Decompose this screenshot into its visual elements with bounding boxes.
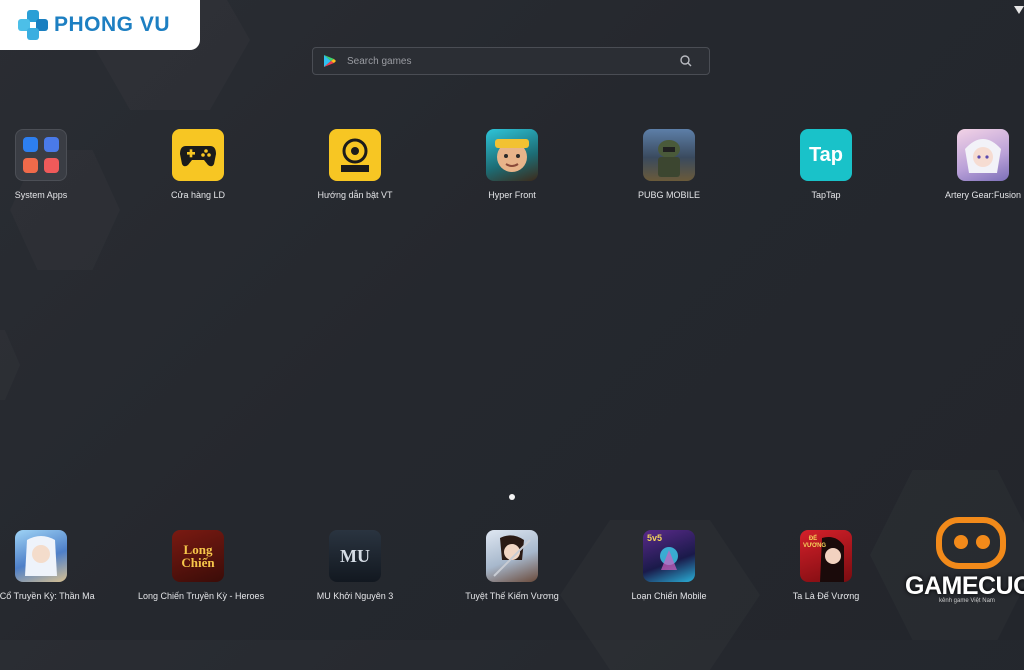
de-vuong-icon: ĐẾ VƯƠNG bbox=[800, 530, 852, 582]
app-mu-khoi-nguyen[interactable]: MU MU Khởi Nguyên 3 bbox=[295, 530, 415, 601]
loan-chien-icon: 5v5 bbox=[643, 530, 695, 582]
app-than-ma[interactable]: ng Cổ Truyền Kỳ: Thần Ma bbox=[0, 530, 101, 601]
kiem-vuong-icon bbox=[486, 530, 538, 582]
app-loan-chien[interactable]: 5v5 Loạn Chiến Mobile bbox=[609, 530, 729, 601]
phong-vu-logo-icon bbox=[18, 10, 48, 40]
de-vuong-logo-text: ĐẾ VƯƠNG bbox=[803, 536, 827, 549]
play-store-icon bbox=[324, 55, 336, 67]
app-label: Long Chiến Truyền Kỳ - Heroes bbox=[138, 591, 265, 601]
app-de-vuong[interactable]: ĐẾ VƯƠNG Ta Là Đế Vương bbox=[766, 530, 886, 601]
gamepad-icon bbox=[172, 129, 224, 181]
long-chien-icon: Long Chiến bbox=[172, 530, 224, 582]
app-ld-store[interactable]: Cửa hàng LD bbox=[138, 129, 258, 200]
artery-gear-icon bbox=[957, 129, 1009, 181]
app-label: ng Cổ Truyền Kỳ: Thần Ma bbox=[0, 591, 95, 601]
background-hexagon bbox=[0, 330, 20, 400]
hyper-front-icon bbox=[486, 129, 538, 181]
gamecuc-logo-icon bbox=[936, 517, 1006, 569]
brand-logo: PHONG VU bbox=[0, 0, 200, 50]
long-chien-logo-text: Long Chiến bbox=[181, 542, 215, 570]
app-vt-guide[interactable]: Hướng dẫn bật VT bbox=[295, 129, 415, 200]
app-system-apps[interactable]: System Apps bbox=[0, 129, 101, 200]
app-label: Hướng dẫn bật VT bbox=[317, 190, 393, 200]
app-kiem-vuong[interactable]: Tuyệt Thế Kiếm Vương bbox=[452, 530, 572, 601]
brand-name: PHONG VU bbox=[54, 13, 171, 36]
app-label: Tuyệt Thế Kiếm Vương bbox=[465, 591, 559, 601]
search-bar[interactable] bbox=[312, 47, 710, 75]
taptap-icon: Tap bbox=[800, 129, 852, 181]
app-label: Ta Là Đế Vương bbox=[792, 591, 860, 601]
system-apps-folder-icon bbox=[15, 129, 67, 181]
app-artery-gear[interactable]: Artery Gear:Fusion bbox=[923, 129, 1024, 200]
mu-logo-text: MU bbox=[340, 545, 370, 566]
gamecuc-watermark: GAMECUC kênh game Việt Nam bbox=[905, 512, 1024, 604]
app-pubg-mobile[interactable]: PUBG MOBILE bbox=[609, 129, 729, 200]
mu-icon: MU bbox=[329, 530, 381, 582]
app-label: Loạn Chiến Mobile bbox=[631, 591, 707, 601]
watermark-text: GAMECUC bbox=[905, 572, 1024, 600]
app-label: Cửa hàng LD bbox=[170, 190, 226, 200]
app-label: PUBG MOBILE bbox=[637, 190, 700, 200]
app-long-chien[interactable]: Long Chiến Long Chiến Truyền Kỳ - Heroes bbox=[138, 530, 265, 601]
app-label: MU Khởi Nguyên 3 bbox=[316, 591, 394, 601]
app-label: TapTap bbox=[811, 190, 841, 200]
taptap-logo-text: Tap bbox=[808, 143, 844, 166]
app-label: System Apps bbox=[14, 190, 68, 200]
watermark-subtitle: kênh game Việt Nam bbox=[939, 598, 995, 604]
than-ma-icon bbox=[15, 530, 67, 582]
app-hyper-front[interactable]: Hyper Front bbox=[452, 129, 572, 200]
loan-chien-logo-text: 5v5 bbox=[647, 533, 663, 543]
app-label: Hyper Front bbox=[488, 190, 536, 200]
page-indicator-dot[interactable] bbox=[509, 494, 515, 500]
search-input[interactable] bbox=[345, 54, 679, 68]
novice-guidance-icon bbox=[329, 129, 381, 181]
app-taptap[interactable]: Tap TapTap bbox=[766, 129, 886, 200]
wifi-status-icon bbox=[1014, 6, 1024, 14]
app-label: Artery Gear:Fusion bbox=[944, 190, 1022, 200]
pubg-icon bbox=[643, 129, 695, 181]
search-icon[interactable] bbox=[679, 54, 693, 68]
